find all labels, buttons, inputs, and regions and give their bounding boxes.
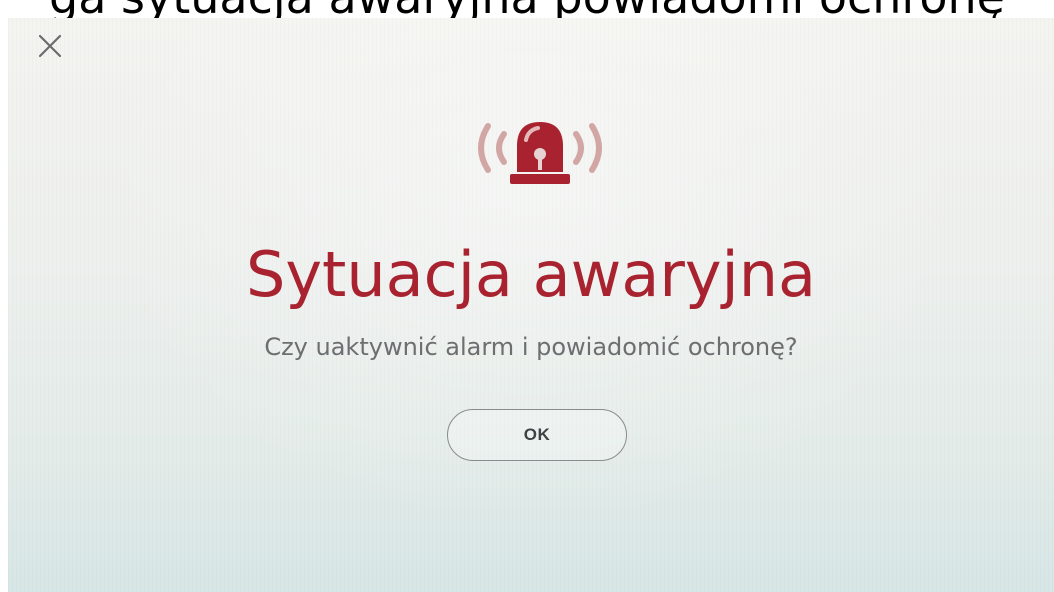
ok-button[interactable]: OK — [447, 409, 627, 461]
alert-message: Czy uaktywnić alarm i powiadomić ochronę… — [264, 333, 798, 361]
alarm-siren-icon — [460, 110, 620, 190]
cropped-caption: ga sytuacja awaryjna powiadomi ochronę — [0, 0, 1054, 20]
close-button[interactable] — [36, 32, 64, 60]
ok-button-label: OK — [523, 425, 551, 444]
photo-frame: ga sytuacja awaryjna powiadomi ochronę — [0, 0, 1054, 592]
alert-screen: Sytuacja awaryjna Czy uaktywnić alarm i … — [8, 18, 1054, 592]
alert-title: Sytuacja awaryjna — [245, 238, 817, 311]
close-icon — [38, 34, 62, 58]
